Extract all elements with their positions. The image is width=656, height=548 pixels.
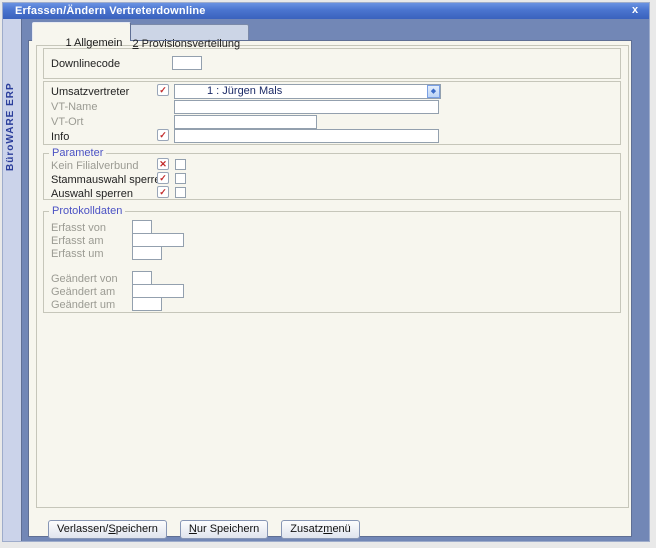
button-text: Verlassen/ <box>57 523 108 535</box>
blocked-field-icon[interactable]: ✕ <box>157 158 169 170</box>
nur-speichern-button[interactable]: Nur Speichern <box>180 520 268 539</box>
window-title: Erfassen/Ändern Vertreterdownline <box>3 5 206 17</box>
umsatzvertreter-combobox[interactable]: 1 : Jürgen Mals ◆ <box>174 84 441 99</box>
brand-strip: BüroWARE ERP <box>3 19 22 541</box>
geaendert-von-input[interactable] <box>132 271 152 285</box>
vtort-label: VT-Ort <box>51 116 83 128</box>
geaendert-von-label: Geändert von <box>51 273 118 285</box>
geaendert-um-label: Geändert um <box>51 299 115 311</box>
vtname-label: VT-Name <box>51 101 97 113</box>
edit-field-icon[interactable]: ✓ <box>157 84 169 96</box>
erfasst-um-input[interactable] <box>132 246 162 260</box>
downlinecode-input[interactable] <box>172 56 202 70</box>
window-body: BüroWARE ERP 1 Allgemein 2 Provisionsver… <box>3 19 649 541</box>
edit-field-icon[interactable]: ✓ <box>157 172 169 184</box>
group-protokolldaten: Protokolldaten Erfasst von Erfasst am Er… <box>43 211 621 313</box>
tab-allgemein[interactable]: 1 Allgemein <box>32 22 131 41</box>
section-vertreter: Umsatzvertreter ✓ 1 : Jürgen Mals ◆ VT-N… <box>43 81 621 145</box>
tab-provision-label: Provisionsverteilung <box>139 38 241 50</box>
vtort-input[interactable] <box>174 115 317 129</box>
geaendert-um-input[interactable] <box>132 297 162 311</box>
close-icon[interactable]: x <box>628 4 642 17</box>
dialog-window: Erfassen/Ändern Vertreterdownline x Büro… <box>2 2 650 542</box>
brand-label: BüroWARE ERP <box>5 51 16 171</box>
umsatzvertreter-value: 1 : Jürgen Mals <box>175 85 427 98</box>
parameter-legend: Parameter <box>49 147 106 159</box>
erfasst-am-label: Erfasst am <box>51 235 104 247</box>
info-input[interactable] <box>174 129 439 143</box>
erfasst-von-input[interactable] <box>132 220 152 234</box>
kein-filialverbund-label: Kein Filialverbund <box>51 160 138 172</box>
spinner-icon[interactable]: ◆ <box>427 85 440 98</box>
button-text: enü <box>332 523 350 535</box>
erfasst-von-label: Erfasst von <box>51 222 106 234</box>
stammauswahl-sperren-checkbox[interactable] <box>175 173 186 184</box>
button-accel: S <box>108 523 115 535</box>
button-text: ur Speichern <box>197 523 259 535</box>
title-bar: Erfassen/Ändern Vertreterdownline x <box>3 3 649 19</box>
tab-page-allgemein: Downlinecode Umsatzvertreter ✓ 1 : Jürge… <box>28 40 632 537</box>
verlassen-speichern-button[interactable]: Verlassen/Speichern <box>48 520 167 539</box>
group-parameter: Parameter Kein Filialverbund ✕ Stammausw… <box>43 153 621 200</box>
stammauswahl-sperren-label: Stammauswahl sperren <box>51 174 167 186</box>
button-text: Zusatz <box>290 523 323 535</box>
geaendert-am-input[interactable] <box>132 284 184 298</box>
tab-allgemein-label: 1 Allgemein <box>65 37 122 49</box>
main-area: 1 Allgemein 2 Provisionsverteilung Downl… <box>23 19 649 541</box>
auswahl-sperren-checkbox[interactable] <box>175 187 186 198</box>
umsatzvertreter-label: Umsatzvertreter <box>51 86 129 98</box>
erfasst-am-input[interactable] <box>132 233 184 247</box>
button-text: peichern <box>116 523 158 535</box>
geaendert-am-label: Geändert am <box>51 286 115 298</box>
section-downlinecode: Downlinecode <box>43 48 621 79</box>
auswahl-sperren-label: Auswahl sperren <box>51 188 133 200</box>
vtname-input[interactable] <box>174 100 439 114</box>
erfasst-um-label: Erfasst um <box>51 248 104 260</box>
edit-field-icon[interactable]: ✓ <box>157 129 169 141</box>
button-accel: N <box>189 523 197 535</box>
kein-filialverbund-checkbox[interactable] <box>175 159 186 170</box>
zusatzmenue-button[interactable]: Zusatzmenü <box>281 520 360 539</box>
button-row: Verlassen/Speichern Nur Speichern Zusatz… <box>48 520 360 539</box>
info-label: Info <box>51 131 69 143</box>
edit-field-icon[interactable]: ✓ <box>157 186 169 198</box>
protokolldaten-legend: Protokolldaten <box>49 205 125 217</box>
